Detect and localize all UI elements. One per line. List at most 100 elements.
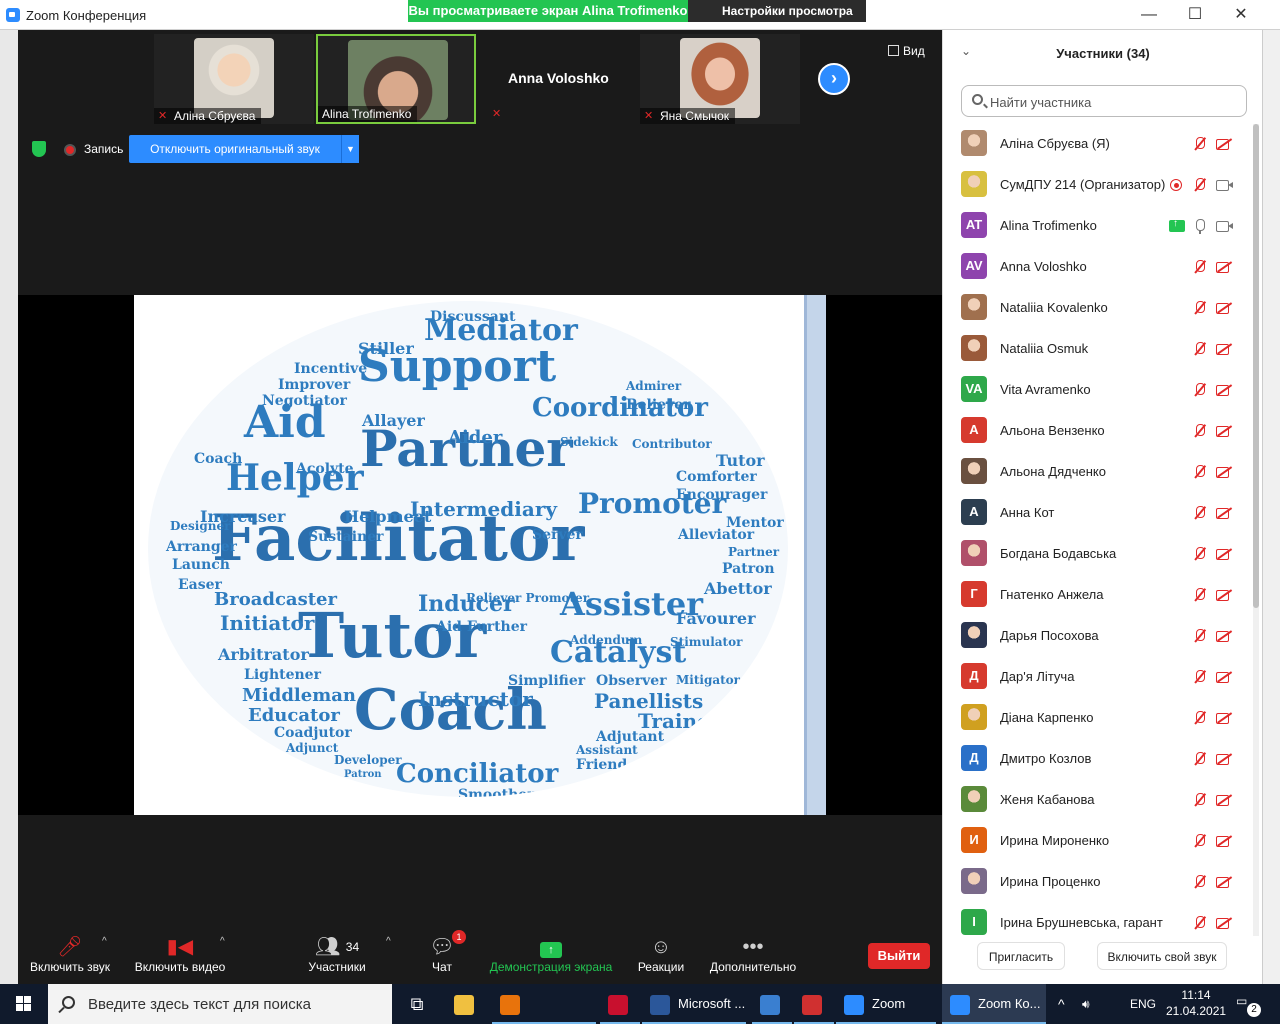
app-icon [802, 994, 822, 1015]
participant-name: Анна Кот [1000, 505, 1055, 520]
security-shield-icon[interactable] [32, 141, 46, 157]
taskbar-app[interactable] [600, 984, 640, 1024]
taskbar-app[interactable]: Microsoft ... [642, 984, 746, 1024]
participant-row[interactable]: Ирина Проценко [943, 862, 1253, 903]
unmute-button[interactable]: 🎤︎ Включить звук [28, 934, 112, 974]
share-screen-button[interactable]: ↑ Демонстрация экрана [484, 934, 618, 974]
participant-row[interactable]: VA Vita Avramenko [943, 370, 1253, 411]
word-cloud-word: Aid Further [436, 619, 528, 635]
taskbar-search-input[interactable] [88, 994, 378, 1014]
chat-button[interactable]: 💬︎ 1 Чат [422, 930, 466, 974]
leave-button[interactable]: Выйти [868, 943, 930, 969]
panel-title: Участники (34) [1056, 46, 1150, 61]
taskbar-app[interactable]: Zoom [836, 984, 936, 1024]
participant-name: Богдана Бодавська [1000, 546, 1117, 561]
taskbar-app[interactable] [752, 984, 792, 1024]
start-video-button[interactable]: ▮◀ Включить видео [130, 934, 230, 974]
video-tile[interactable]: ✕ Яна Смычок [640, 34, 800, 124]
participant-row[interactable]: Аліна Сбруєва (Я) [943, 124, 1253, 165]
video-options-caret[interactable]: ^ [220, 936, 225, 947]
participant-row[interactable]: Женя Кабанова [943, 780, 1253, 821]
audio-options-caret[interactable]: ^ [102, 936, 107, 947]
participant-row[interactable]: AV Anna Voloshko [943, 247, 1253, 288]
participant-row[interactable]: Д Дмитро Козлов [943, 739, 1253, 780]
close-button[interactable]: ✕ [1218, 0, 1264, 30]
video-tile[interactable]: Anna Voloshko ✕ [478, 34, 638, 124]
word-cloud-word: Helpmeet [344, 507, 432, 526]
participant-row[interactable]: Nataliia Osmuk [943, 329, 1253, 370]
participant-row[interactable]: Д Дар'я Літуча [943, 657, 1253, 698]
participant-search[interactable] [961, 85, 1247, 117]
scrollbar-thumb[interactable] [1253, 124, 1259, 608]
reactions-label: Реакции [637, 960, 685, 974]
participants-options-caret[interactable]: ^ [386, 936, 391, 947]
original-sound-button[interactable]: Отключить оригинальный звук [129, 135, 341, 163]
folder-icon [454, 994, 474, 1015]
word-cloud-word: Easer [178, 577, 222, 593]
word-cloud-word: Launch [172, 557, 230, 573]
invite-button[interactable]: Пригласить [977, 942, 1065, 970]
participant-row[interactable]: А Анна Кот [943, 493, 1253, 534]
participant-avatar: AT [961, 212, 987, 238]
task-view-button[interactable]: ⧉ [402, 984, 432, 1024]
taskbar-file-explorer[interactable] [446, 984, 482, 1024]
unmute-self-button[interactable]: Включить свой звук [1097, 942, 1227, 970]
zoom-app-icon [6, 8, 20, 22]
view-options-button[interactable]: Настройки просмотра ⌄ [688, 0, 866, 40]
word-cloud-word: Arbitrator [218, 645, 309, 664]
participant-row[interactable]: Nataliia Kovalenko [943, 288, 1253, 329]
participant-status-icons [1185, 381, 1233, 399]
windows-start-button[interactable] [0, 984, 48, 1024]
participant-row[interactable]: СумДПУ 214 (Организатор) [943, 165, 1253, 206]
participant-row[interactable]: Діана Карпенко [943, 698, 1253, 739]
more-button[interactable]: ••• Дополнительно [706, 934, 800, 974]
word-cloud-word: Encourager [676, 487, 768, 503]
notifications-button[interactable]: ▭ 2 [1236, 994, 1261, 1017]
taskbar-app[interactable]: Дисертаці... [492, 984, 596, 1024]
word-cloud-word: Adjunct [286, 741, 339, 755]
original-sound-dropdown[interactable]: ▼ [341, 135, 359, 163]
taskbar-app[interactable] [794, 984, 834, 1024]
participants-scrollbar[interactable] [1253, 124, 1259, 936]
taskbar-search[interactable] [48, 984, 392, 1024]
search-icon [972, 94, 983, 105]
recording-icon [1167, 177, 1185, 193]
word-cloud-word: Lightener [244, 667, 321, 683]
participant-status-icons [1185, 422, 1233, 440]
participant-row[interactable]: Альона Дядченко [943, 452, 1253, 493]
reactions-button[interactable]: ☺︎ Реакции [632, 934, 690, 974]
taskbar-app[interactable]: Zoom Ко... [942, 984, 1046, 1024]
participant-row[interactable]: И Ирина Мироненко [943, 821, 1253, 862]
video-tile-active-speaker[interactable]: Alina Trofimenko [316, 34, 476, 124]
maximize-button[interactable]: ☐ [1172, 0, 1218, 30]
participant-row[interactable]: І Ірина Брушневська, гарант [943, 903, 1253, 936]
participants-button[interactable]: 👥︎ 34 Участники [306, 934, 368, 974]
taskbar-clock[interactable]: 11:14 21.04.2021 [1166, 987, 1226, 1019]
search-input[interactable] [990, 92, 1230, 112]
participant-row[interactable]: Г Гнатенко Анжела [943, 575, 1253, 616]
more-dots-icon: ••• [742, 936, 764, 958]
volume-icon[interactable]: 🔊︎ [1082, 984, 1090, 1024]
chat-label: Чат [432, 960, 452, 974]
participant-avatar [961, 130, 987, 156]
participant-row[interactable]: AT Alina Trofimenko [943, 206, 1253, 247]
participant-row[interactable]: А Альона Вензенко [943, 411, 1253, 452]
video-tile[interactable]: ✕ Аліна Сбруєва [154, 34, 314, 124]
tray-chevron-up-icon[interactable]: ^ [1058, 984, 1065, 1024]
participant-row[interactable]: Богдана Бодавська [943, 534, 1253, 575]
input-language[interactable]: ENG [1130, 984, 1156, 1024]
word-cloud-word: Partner [728, 545, 780, 559]
video-off-icon: ▮◀ [166, 936, 194, 958]
participant-avatar: І [961, 909, 987, 935]
minimize-button[interactable]: — [1126, 0, 1172, 30]
view-button[interactable]: Вид [888, 44, 925, 58]
next-page-button[interactable]: › [818, 63, 850, 95]
mic-muted-icon: ✕ [492, 108, 502, 120]
participant-row[interactable]: Дарья Посохова [943, 616, 1253, 657]
tile-name-label: ✕ Яна Смычок [640, 108, 736, 124]
clock-date: 21.04.2021 [1166, 1004, 1227, 1018]
camera-off-icon [1215, 259, 1233, 275]
mic-off-icon [1191, 669, 1209, 685]
word-cloud-word: Assistant [576, 743, 638, 757]
tile-name-only: Anna Voloshko [508, 70, 609, 86]
